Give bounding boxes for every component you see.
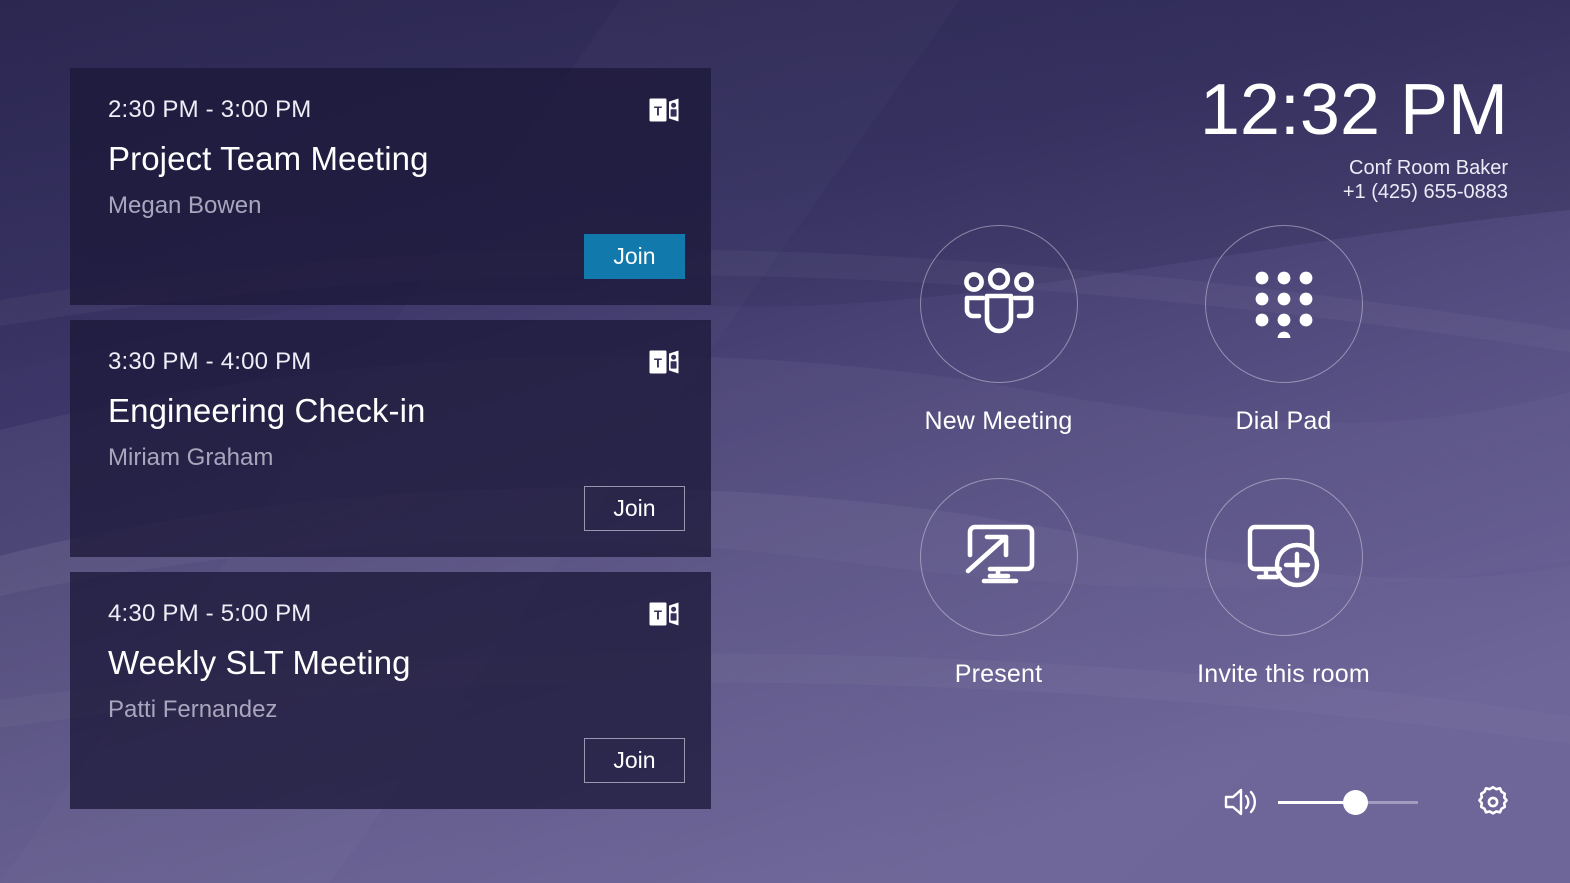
dial-pad-circle[interactable] bbox=[1204, 225, 1363, 383]
room-name: Conf Room Baker bbox=[1349, 157, 1508, 180]
dial-pad-icon bbox=[1248, 266, 1320, 344]
clock-block: 12:32 PM Conf Room Baker +1 (425) 655-08… bbox=[1199, 70, 1508, 205]
meeting-organizer: Megan Bowen bbox=[108, 191, 262, 219]
meeting-time: 2:30 PM - 3:00 PM bbox=[108, 96, 312, 123]
meeting-title: Engineering Check-in bbox=[108, 392, 426, 429]
join-button[interactable]: Join bbox=[584, 234, 685, 279]
present-button[interactable]: Present bbox=[856, 478, 1141, 689]
new-meeting-button[interactable]: New Meeting bbox=[856, 225, 1141, 436]
present-label: Present bbox=[954, 660, 1043, 688]
teams-icon: T bbox=[649, 600, 679, 628]
new-meeting-circle[interactable] bbox=[919, 225, 1078, 383]
bottom-bar bbox=[1222, 783, 1512, 821]
action-grid: New Meeting Dial Pad Present Invite this… bbox=[856, 225, 1426, 689]
svg-text:T: T bbox=[654, 104, 662, 119]
dial-pad-button[interactable]: Dial Pad bbox=[1141, 225, 1426, 436]
present-screen-icon bbox=[960, 519, 1038, 596]
present-circle[interactable] bbox=[919, 478, 1078, 636]
svg-text:T: T bbox=[654, 356, 662, 371]
join-button[interactable]: Join bbox=[584, 486, 685, 531]
invite-room-label: Invite this room bbox=[1197, 660, 1370, 688]
meeting-card[interactable]: 3:30 PM - 4:00 PM Engineering Check-in M… bbox=[70, 320, 711, 557]
volume-slider[interactable] bbox=[1278, 785, 1418, 819]
teams-icon: T bbox=[649, 348, 679, 376]
meeting-card[interactable]: 2:30 PM - 3:00 PM Project Team Meeting M… bbox=[70, 68, 711, 305]
current-time: 12:32 PM bbox=[1199, 70, 1508, 150]
teams-icon: T bbox=[649, 96, 679, 124]
meeting-title: Weekly SLT Meeting bbox=[108, 644, 411, 681]
room-phone-number: +1 (425) 655-0883 bbox=[1342, 180, 1508, 203]
meeting-title: Project Team Meeting bbox=[108, 140, 429, 177]
meeting-organizer: Patti Fernandez bbox=[108, 695, 278, 723]
meeting-organizer: Miriam Graham bbox=[108, 443, 274, 471]
meeting-list: 2:30 PM - 3:00 PM Project Team Meeting M… bbox=[70, 68, 711, 809]
meeting-time: 4:30 PM - 5:00 PM bbox=[108, 600, 312, 627]
svg-text:T: T bbox=[654, 608, 662, 623]
add-screen-icon bbox=[1244, 519, 1324, 596]
gear-icon[interactable] bbox=[1474, 783, 1512, 821]
meeting-card[interactable]: 4:30 PM - 5:00 PM Weekly SLT Meeting Pat… bbox=[70, 572, 711, 809]
volume-thumb[interactable] bbox=[1342, 790, 1368, 815]
dial-pad-label: Dial Pad bbox=[1235, 407, 1332, 435]
invite-room-circle[interactable] bbox=[1204, 478, 1363, 636]
people-group-icon bbox=[959, 266, 1039, 343]
invite-room-button[interactable]: Invite this room bbox=[1141, 478, 1426, 689]
meeting-time: 3:30 PM - 4:00 PM bbox=[108, 348, 312, 375]
join-button[interactable]: Join bbox=[584, 738, 685, 783]
new-meeting-label: New Meeting bbox=[924, 407, 1073, 435]
speaker-volume-icon[interactable] bbox=[1222, 786, 1260, 818]
